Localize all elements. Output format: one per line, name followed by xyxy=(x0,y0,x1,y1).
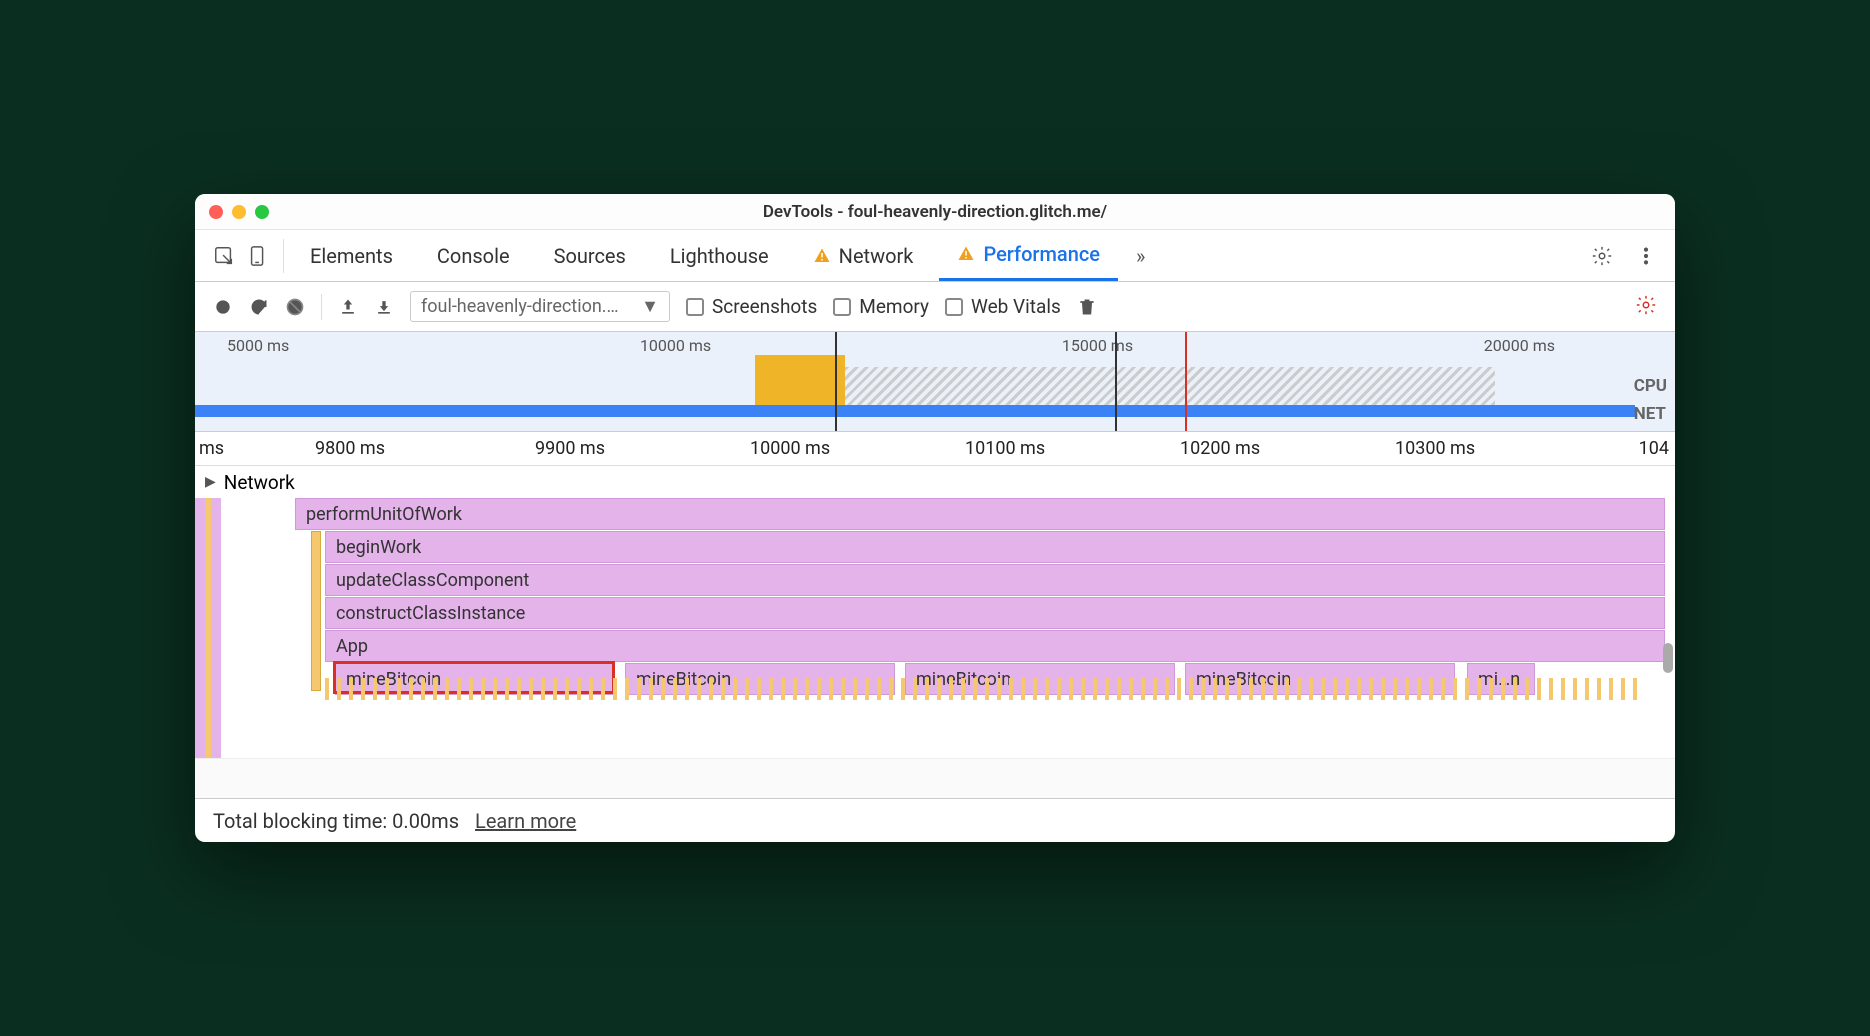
scrollbar-thumb[interactable] xyxy=(1663,643,1673,673)
tab-elements[interactable]: Elements xyxy=(292,230,411,281)
minor-ticks: /* rendered below */ xyxy=(325,678,1665,708)
details-pane-collapsed xyxy=(195,758,1675,798)
ruler[interactable]: ms 9800 ms 9900 ms 10000 ms 10100 ms 102… xyxy=(195,432,1675,466)
overview-tick: 15000 ms xyxy=(1062,336,1133,355)
chevron-down-icon: ▼ xyxy=(641,296,659,317)
minimize-window-button[interactable] xyxy=(232,205,246,219)
upload-icon[interactable] xyxy=(338,297,358,317)
titlebar: DevTools - foul-heavenly-direction.glitc… xyxy=(195,194,1675,230)
warning-icon xyxy=(957,245,975,263)
clear-icon[interactable] xyxy=(285,297,305,317)
overview-tick: 10000 ms xyxy=(640,336,711,355)
tab-sources[interactable]: Sources xyxy=(536,230,644,281)
flame-bar[interactable]: constructClassInstance xyxy=(325,597,1665,629)
memory-checkbox[interactable]: Memory xyxy=(833,295,929,318)
kebab-menu-icon[interactable] xyxy=(1635,245,1657,267)
tab-lighthouse[interactable]: Lighthouse xyxy=(652,230,787,281)
window-title: DevTools - foul-heavenly-direction.glitc… xyxy=(763,202,1107,222)
flame-bar[interactable]: beginWork xyxy=(325,531,1665,563)
tab-console[interactable]: Console xyxy=(419,230,528,281)
status-bar: Total blocking time: 0.00ms Learn more xyxy=(195,798,1675,842)
net-label: NET xyxy=(1634,404,1667,424)
learn-more-link[interactable]: Learn more xyxy=(475,809,576,833)
flame-chart[interactable]: performUnitOfWork beginWork updateClassC… xyxy=(195,498,1675,758)
devtools-window: DevTools - foul-heavenly-direction.glitc… xyxy=(195,194,1675,842)
tab-performance[interactable]: Performance xyxy=(939,230,1118,281)
tab-network[interactable]: Network xyxy=(795,230,932,281)
more-tabs-button[interactable]: » xyxy=(1126,244,1155,268)
record-icon[interactable] xyxy=(213,297,233,317)
flame-bar[interactable] xyxy=(311,531,321,691)
panel-tabs: Elements Console Sources Lighthouse Netw… xyxy=(195,230,1675,282)
performance-toolbar: foul-heavenly-direction.… ▼ Screenshots … xyxy=(195,282,1675,332)
traffic-lights xyxy=(209,205,269,219)
maximize-window-button[interactable] xyxy=(255,205,269,219)
device-toolbar-icon[interactable] xyxy=(247,245,269,267)
web-vitals-checkbox[interactable]: Web Vitals xyxy=(945,295,1061,318)
profile-select[interactable]: foul-heavenly-direction.… ▼ xyxy=(410,291,670,322)
warning-icon xyxy=(813,247,831,265)
timeline-overview[interactable]: 5000 ms 10000 ms 15000 ms 20000 ms CPU N… xyxy=(195,332,1675,432)
flame-bar[interactable]: updateClassComponent xyxy=(325,564,1665,596)
disclosure-triangle-icon[interactable]: ▶ xyxy=(205,474,216,490)
download-icon[interactable] xyxy=(374,297,394,317)
overview-tick: 20000 ms xyxy=(1484,336,1555,355)
screenshots-checkbox[interactable]: Screenshots xyxy=(686,295,817,318)
status-text: Total blocking time: 0.00ms xyxy=(213,809,459,833)
network-track-header[interactable]: ▶ Network xyxy=(195,466,395,498)
flame-bar[interactable]: performUnitOfWork xyxy=(295,498,1665,530)
trash-icon[interactable] xyxy=(1077,297,1097,317)
cpu-label: CPU xyxy=(1634,376,1667,396)
overview-tick: 5000 ms xyxy=(227,336,289,355)
capture-settings-gear-icon[interactable] xyxy=(1635,294,1657,316)
flame-sidebar-strip xyxy=(195,498,221,758)
reload-icon[interactable] xyxy=(249,297,269,317)
close-window-button[interactable] xyxy=(209,205,223,219)
gear-icon[interactable] xyxy=(1591,245,1613,267)
inspect-icon[interactable] xyxy=(213,245,235,267)
flame-bar[interactable]: App xyxy=(325,630,1665,662)
